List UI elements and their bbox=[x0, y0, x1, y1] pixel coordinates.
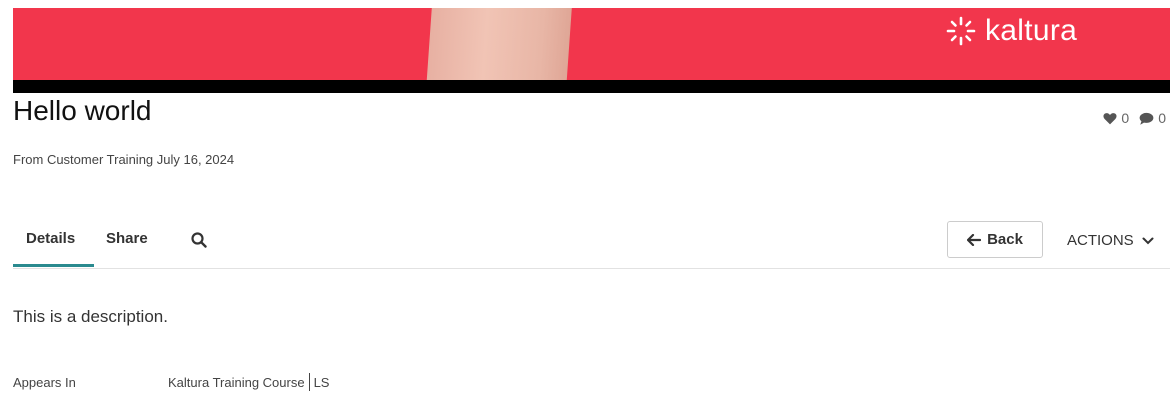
likes-stat[interactable]: 0 bbox=[1103, 110, 1129, 126]
player-control-bar bbox=[13, 80, 1170, 93]
likes-count: 0 bbox=[1121, 110, 1130, 126]
appears-in-link[interactable]: LS bbox=[314, 375, 330, 390]
tab-details[interactable]: Details bbox=[26, 230, 75, 247]
back-button[interactable]: Back bbox=[947, 221, 1043, 258]
search-icon[interactable] bbox=[191, 232, 207, 253]
divider bbox=[308, 373, 310, 391]
actions-dropdown[interactable]: ACTIONS bbox=[1067, 232, 1154, 249]
media-title: Hello world bbox=[13, 95, 152, 126]
active-tab-indicator bbox=[13, 264, 94, 267]
kaltura-logo-text: kaltura bbox=[985, 14, 1078, 47]
comment-icon bbox=[1139, 112, 1154, 125]
arrow-left-icon bbox=[967, 233, 982, 246]
media-meta: From Customer Training July 16, 2024 bbox=[13, 152, 235, 167]
heart-icon bbox=[1103, 112, 1117, 124]
comments-stat[interactable]: 0 bbox=[1139, 110, 1166, 126]
chevron-down-icon bbox=[1142, 237, 1154, 244]
comments-count: 0 bbox=[1158, 110, 1166, 126]
video-player[interactable]: kaltura bbox=[13, 8, 1170, 93]
kaltura-burst-icon bbox=[946, 16, 976, 46]
media-description: This is a description. bbox=[13, 307, 168, 326]
actions-label: ACTIONS bbox=[1067, 232, 1134, 249]
back-button-label: Back bbox=[987, 231, 1023, 248]
media-stats: 0 0 bbox=[1103, 110, 1166, 126]
tab-share[interactable]: Share bbox=[106, 230, 148, 247]
appears-in-label: Appears In bbox=[13, 375, 76, 390]
appears-in-link[interactable]: Kaltura Training Course bbox=[168, 375, 305, 390]
appears-in-list: Kaltura Training Course LS bbox=[168, 373, 329, 391]
kaltura-logo: kaltura bbox=[945, 14, 1077, 48]
